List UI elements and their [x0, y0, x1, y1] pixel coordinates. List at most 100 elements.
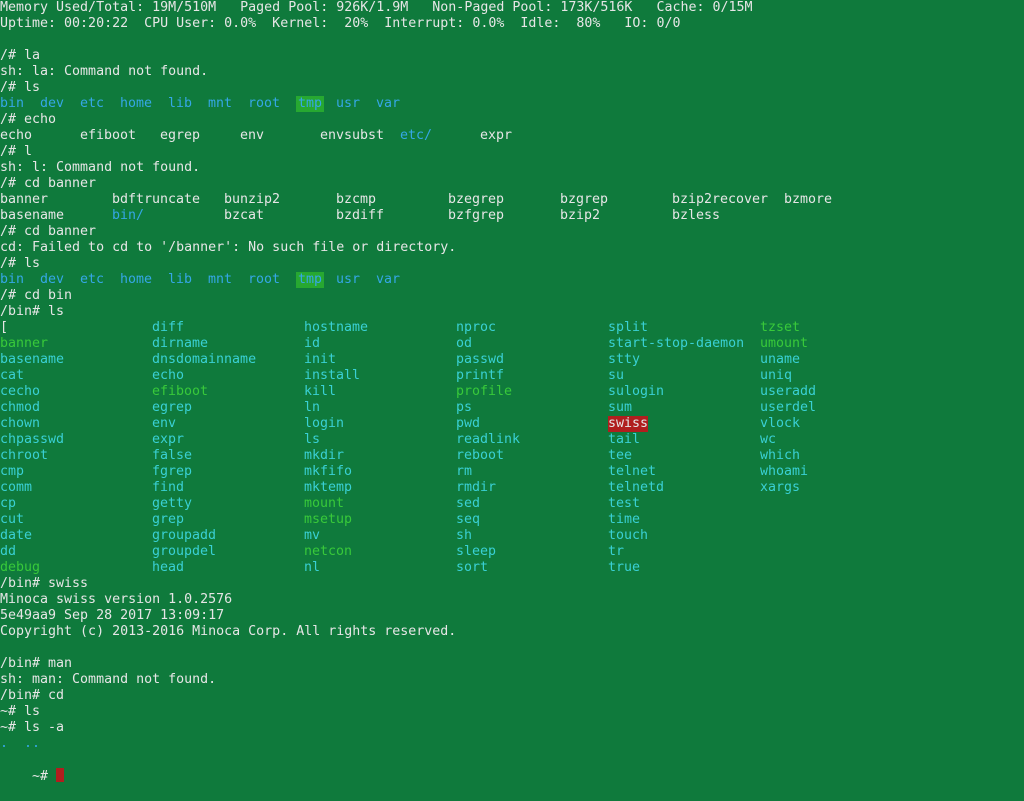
listing-entry: cat: [0, 368, 25, 383]
listing-entry: rm: [456, 464, 473, 479]
listing-entry: .: [0, 736, 9, 751]
listing-entry: nl: [304, 560, 321, 575]
listing-entry: id: [304, 336, 321, 351]
terminal-line: /bin# ls: [0, 304, 65, 319]
listing-entry: ls: [304, 432, 321, 447]
listing-entry: dev: [40, 272, 65, 287]
terminal-line: sh: l: Command not found.: [0, 160, 201, 175]
listing-entry: msetup: [304, 512, 353, 527]
listing-entry: dnsdomainname: [152, 352, 257, 367]
listing-entry: nproc: [456, 320, 497, 335]
listing-entry: rmdir: [456, 480, 497, 495]
listing-entry: uname: [760, 352, 801, 367]
listing-entry: stty: [608, 352, 641, 367]
listing-entry: readlink: [456, 432, 521, 447]
listing-entry: chpasswd: [0, 432, 65, 447]
listing-entry: bzcat: [224, 208, 265, 223]
listing-entry: env: [152, 416, 177, 431]
listing-entry: mkfifo: [304, 464, 353, 479]
listing-entry: sed: [456, 496, 481, 511]
listing-entry: usr: [336, 96, 361, 111]
listing-entry: var: [376, 272, 401, 287]
listing-entry: mv: [304, 528, 321, 543]
listing-entry: var: [376, 96, 401, 111]
listing-entry: whoami: [760, 464, 809, 479]
listing-entry: head: [152, 560, 185, 575]
listing-entry: grep: [152, 512, 185, 527]
terminal-line: sh: man: Command not found.: [0, 672, 217, 687]
listing-entry: test: [608, 496, 641, 511]
listing-entry: telnet: [608, 464, 657, 479]
listing-entry: profile: [456, 384, 513, 399]
listing-entry: seq: [456, 512, 481, 527]
text-cursor: [56, 768, 65, 782]
terminal-line: Minoca swiss version 1.0.2576: [0, 592, 233, 607]
listing-entry: bzip2recover: [672, 192, 769, 207]
listing-entry: etc/: [400, 128, 433, 143]
terminal-line: /# cd banner: [0, 176, 97, 191]
listing-entry: true: [608, 560, 641, 575]
listing-entry: cmp: [0, 464, 25, 479]
listing-entry: echo: [0, 128, 33, 143]
listing-entry: login: [304, 416, 345, 431]
listing-entry: bin: [0, 96, 25, 111]
listing-entry: chown: [0, 416, 41, 431]
listing-entry: mkdir: [304, 448, 345, 463]
listing-entry: chmod: [0, 400, 41, 415]
status-line-uptime: Uptime: 00:20:22 CPU User: 0.0% Kernel: …: [0, 16, 681, 31]
listing-entry: bzdiff: [336, 208, 385, 223]
listing-entry: passwd: [456, 352, 505, 367]
listing-entry: touch: [608, 528, 649, 543]
terminal-window[interactable]: Memory Used/Total: 19M/510M Paged Pool: …: [0, 0, 1024, 784]
listing-entry: basename: [0, 208, 65, 223]
listing-entry: cut: [0, 512, 25, 527]
listing-entry: tmp: [296, 272, 325, 288]
listing-entry: usr: [336, 272, 361, 287]
listing-entry: tr: [608, 544, 625, 559]
listing-entry: root: [248, 96, 281, 111]
terminal-line: /# la: [0, 48, 41, 63]
listing-entry: uniq: [760, 368, 793, 383]
listing-entry: ps: [456, 400, 473, 415]
listing-entry: date: [0, 528, 33, 543]
listing-entry: bunzip2: [224, 192, 281, 207]
listing-entry: debug: [0, 560, 41, 575]
terminal-line: 5e49aa9 Sep 28 2017 13:09:17: [0, 608, 225, 623]
listing-entry: cecho: [0, 384, 41, 399]
listing-entry: banner: [0, 192, 49, 207]
listing-entry: comm: [0, 480, 33, 495]
listing-entry: split: [608, 320, 649, 335]
terminal-line: /bin# cd: [0, 688, 65, 703]
listing-entry: expr: [152, 432, 185, 447]
status-line-memory: Memory Used/Total: 19M/510M Paged Pool: …: [0, 0, 753, 15]
listing-entry: bdftruncate: [112, 192, 201, 207]
listing-entry: groupdel: [152, 544, 217, 559]
listing-entry: etc: [80, 96, 105, 111]
terminal-line: /# ls: [0, 256, 41, 271]
listing-entry: swiss: [608, 416, 649, 432]
listing-entry: kill: [304, 384, 337, 399]
listing-entry: getty: [152, 496, 193, 511]
listing-entry: basename: [0, 352, 65, 367]
listing-entry: bzcmp: [336, 192, 377, 207]
listing-entry: bin/: [112, 208, 145, 223]
listing-entry: ..: [24, 736, 41, 751]
listing-entry: start-stop-daemon: [608, 336, 745, 351]
listing-entry: sum: [608, 400, 633, 415]
listing-entry: telnetd: [608, 480, 665, 495]
listing-entry: dev: [40, 96, 65, 111]
listing-entry: tail: [608, 432, 641, 447]
listing-entry: sort: [456, 560, 489, 575]
listing-entry: echo: [152, 368, 185, 383]
listing-entry: lib: [168, 96, 193, 111]
listing-entry: which: [760, 448, 801, 463]
terminal-line: /bin# swiss: [0, 576, 89, 591]
terminal-line: Copyright (c) 2013-2016 Minoca Corp. All…: [0, 624, 457, 639]
listing-entry: tmp: [296, 96, 325, 112]
terminal-line: /# cd bin: [0, 288, 73, 303]
listing-entry: bzmore: [784, 192, 833, 207]
listing-entry: [: [0, 320, 9, 335]
command-prompt[interactable]: ~#: [0, 752, 65, 784]
listing-entry: vlock: [760, 416, 801, 431]
listing-entry: tzset: [760, 320, 801, 335]
